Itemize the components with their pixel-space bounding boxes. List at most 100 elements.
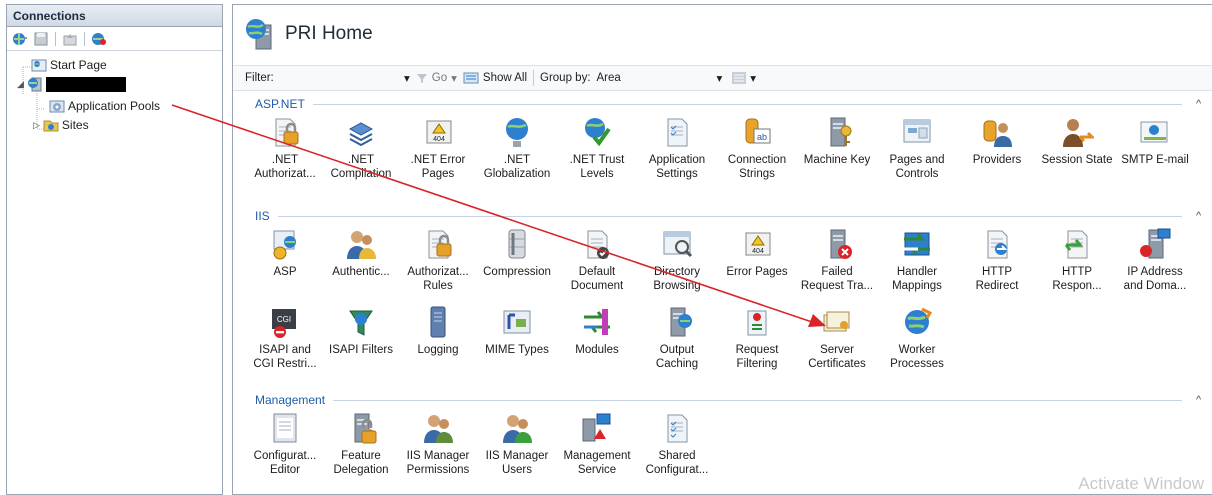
show-all-button[interactable]: Show All: [463, 71, 527, 85]
feature-tile-pages-controls[interactable]: Pages and Controls: [877, 115, 957, 181]
compression-icon: [500, 227, 534, 261]
feature-tile-asp[interactable]: ASP: [245, 227, 325, 279]
feature-tile-isapi-cgi[interactable]: CGI ISAPI and CGI Restri...: [245, 305, 325, 371]
shared-config-icon: [660, 411, 694, 445]
collapse-arrow-icon[interactable]: ▷: [33, 120, 40, 131]
feature-tile-ip-domain[interactable]: IP Address and Doma...: [1115, 227, 1195, 293]
feature-tile-isapi-filters[interactable]: ISAPI Filters: [321, 305, 401, 357]
feature-label-line1: Worker: [898, 344, 936, 356]
feature-tile-mime-types[interactable]: MIME Types: [477, 305, 557, 357]
tree-item-start-page[interactable]: Start Page: [31, 57, 107, 73]
feature-tile-authentication[interactable]: Authentic...: [321, 227, 401, 279]
feature-label-line1: Application: [648, 154, 706, 166]
feature-label-line1: Failed: [821, 266, 853, 278]
asp-icon: [268, 227, 302, 261]
feature-tile-authorization-rules[interactable]: Authorizat... Rules: [398, 227, 478, 293]
group-by-value: Area: [596, 72, 621, 84]
feature-label-line2: Editor: [269, 464, 301, 476]
feature-tile-mgr-permissions[interactable]: IIS Manager Permissions: [398, 411, 478, 477]
section-title-iis: IIS: [255, 209, 270, 223]
view-mode-button[interactable]: ▾: [732, 71, 756, 85]
save-icon[interactable]: [32, 31, 50, 47]
tree-item-server[interactable]: ◢: [17, 76, 126, 92]
collapse-chevron-icon[interactable]: ^: [1196, 210, 1212, 222]
feature-tile-label: IIS Manager Users: [474, 449, 560, 477]
tree-item-sites[interactable]: ▷ Sites: [33, 117, 89, 133]
feature-tile-http-redirect[interactable]: HTTP Redirect: [957, 227, 1037, 293]
feature-label-line1: Session State: [1041, 154, 1113, 166]
feature-tile-net-trust[interactable]: .NET Trust Levels: [557, 115, 637, 181]
feature-tile-smtp[interactable]: SMTP E-mail: [1115, 115, 1195, 167]
feature-tile-shared-config[interactable]: Shared Configurat...: [637, 411, 717, 477]
feature-tile-label: Connection Strings: [714, 153, 800, 181]
feature-label-line2: Settings: [656, 168, 698, 180]
feature-tile-dir-browsing[interactable]: Directory Browsing: [637, 227, 717, 293]
feature-tile-label: Failed Request Tra...: [794, 265, 880, 293]
feature-tile-error-pages[interactable]: 404 Error Pages: [717, 227, 797, 279]
go-dropdown-icon: ▾: [451, 73, 457, 85]
feature-label-line1: Pages and: [889, 154, 945, 166]
section-management[interactable]: Management ^: [233, 391, 1212, 409]
feature-tile-config-editor[interactable]: Configurat... Editor: [245, 411, 325, 477]
feature-tile-http-response[interactable]: HTTP Respon...: [1037, 227, 1117, 293]
net-compilation-icon: [344, 115, 378, 149]
expand-arrow-icon[interactable]: ◢: [17, 79, 24, 90]
start-page-icon: [31, 59, 47, 72]
feature-tile-net-error-pages[interactable]: 404 .NET Error Pages: [398, 115, 478, 181]
feature-tile-net-authorization[interactable]: .NET Authorizat...: [245, 115, 325, 181]
mime-types-icon: [500, 305, 534, 339]
disconnect-icon[interactable]: [90, 31, 108, 47]
tree-item-app-pools[interactable]: Application Pools: [49, 98, 160, 114]
feature-tile-net-globalization[interactable]: .NET Globalization: [477, 115, 557, 181]
svg-text:404: 404: [752, 248, 764, 255]
app-pools-icon: [49, 100, 65, 113]
feature-tile-conn-strings[interactable]: ab Connection Strings: [717, 115, 797, 181]
feature-tile-logging[interactable]: Logging: [398, 305, 478, 357]
feature-tile-failed-req[interactable]: Failed Request Tra...: [797, 227, 877, 293]
feature-tile-mgr-users[interactable]: IIS Manager Users: [477, 411, 557, 477]
feature-tile-net-compilation[interactable]: .NET Compilation: [321, 115, 401, 181]
view-dropdown-icon: ▾: [750, 73, 757, 85]
feature-label-line2: Delegation: [333, 464, 389, 476]
server-icon: [27, 77, 42, 92]
collapse-chevron-icon[interactable]: ^: [1196, 394, 1212, 406]
funnel-icon: [416, 74, 427, 83]
feature-tile-compression[interactable]: Compression: [477, 227, 557, 279]
providers-icon: [980, 115, 1014, 149]
feature-tile-handler-mappings[interactable]: Handler Mappings: [877, 227, 957, 293]
feature-tile-providers[interactable]: Providers: [957, 115, 1037, 167]
feature-tile-app-settings[interactable]: Application Settings: [637, 115, 717, 181]
feature-tile-mgmt-service[interactable]: Management Service: [557, 411, 637, 477]
feature-tile-modules[interactable]: Modules: [557, 305, 637, 357]
section-iis[interactable]: IIS ^: [233, 207, 1212, 225]
feature-tile-server-certs[interactable]: Server Certificates: [797, 305, 877, 371]
feature-label-line1: .NET: [271, 154, 299, 166]
feature-tile-label: IP Address and Doma...: [1112, 265, 1198, 293]
section-aspnet[interactable]: ASP.NET ^: [233, 95, 1212, 113]
feature-tile-feature-delegation[interactable]: Feature Delegation: [321, 411, 401, 477]
net-error-pages-icon: 404: [421, 115, 455, 149]
failed-req-icon: [820, 227, 854, 261]
feature-tile-default-doc[interactable]: Default Document: [557, 227, 637, 293]
section-divider: [312, 103, 1182, 105]
error-pages-icon: 404: [740, 227, 774, 261]
feature-label-line2: Pages: [421, 168, 455, 180]
group-by-select[interactable]: Area: [597, 72, 717, 84]
filter-dropdown-arrow-icon[interactable]: ▾: [404, 71, 410, 85]
collapse-chevron-icon[interactable]: ^: [1196, 98, 1212, 110]
page-title: PRI Home: [285, 23, 373, 44]
go-button[interactable]: Go ▾: [416, 71, 457, 85]
feature-tile-label: Providers: [954, 153, 1040, 167]
view-grid-icon: [732, 72, 747, 84]
feature-tile-request-filtering[interactable]: Request Filtering: [717, 305, 797, 371]
feature-tile-label: ISAPI and CGI Restri...: [242, 343, 328, 371]
group-by-dropdown-icon[interactable]: ▾: [717, 71, 723, 85]
feature-tile-session-state[interactable]: Session State: [1037, 115, 1117, 167]
feature-tile-worker-processes[interactable]: Worker Processes: [877, 305, 957, 371]
feature-tile-output-caching[interactable]: Output Caching: [637, 305, 717, 371]
filter-separator: [533, 70, 535, 86]
feature-label-line2: Levels: [580, 168, 614, 180]
feature-tile-machine-key[interactable]: Machine Key: [797, 115, 877, 167]
connect-globe-icon[interactable]: [11, 31, 29, 47]
up-level-icon[interactable]: [61, 31, 79, 47]
